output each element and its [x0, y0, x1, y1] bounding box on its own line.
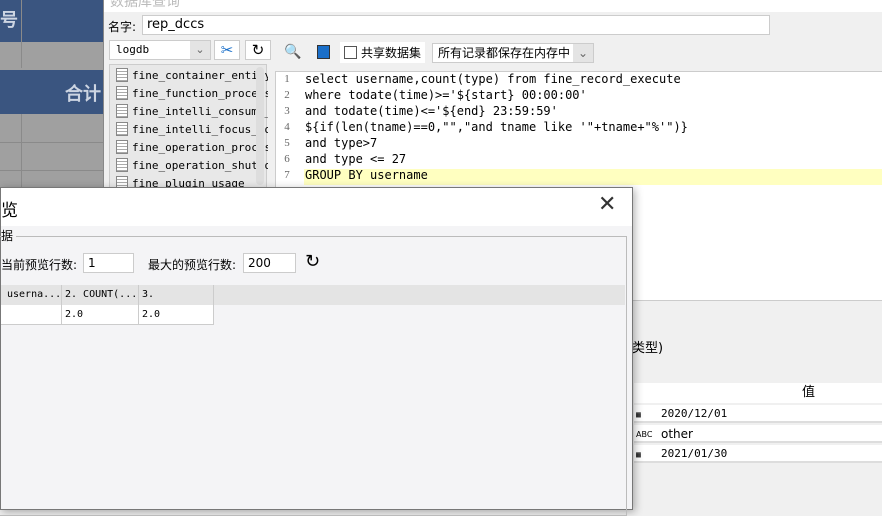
table-item[interactable]: fine_container_entity [116, 66, 268, 84]
save-icon[interactable] [317, 45, 330, 59]
share-dataset-checkbox[interactable]: 共享数据集 [340, 42, 426, 63]
chevron-down-icon: ⌄ [573, 44, 593, 62]
storage-mode-value: 所有记录都保存在内存中 [438, 46, 571, 60]
sql-line: and todate(time)<='${end} 23:59:59' [305, 104, 558, 118]
preview-sql-icon[interactable]: 🔍 [284, 44, 301, 60]
total-text: 合计 [65, 84, 101, 105]
table-icon [116, 140, 128, 154]
title-bar: 览 ✕ [1, 188, 632, 226]
group-label: 据 [1, 227, 17, 244]
storage-mode-select[interactable]: 所有记录都保存在内存中 ⌄ [432, 43, 594, 63]
table-icon [116, 158, 128, 172]
result-cell[interactable] [1, 305, 62, 325]
sql-line: GROUP BY username [305, 168, 428, 182]
param-row[interactable]: ABC other [634, 425, 882, 443]
sql-line: ${if(len(tname)==0,"","and tname like '"… [305, 120, 688, 134]
param-value-header: 值 [634, 383, 882, 403]
table-item[interactable]: fine_intelli_consume_point [116, 102, 268, 120]
table-icon [116, 122, 128, 136]
report-header-band: 号 [0, 0, 103, 42]
sql-line: and type <= 27 [305, 152, 407, 166]
refresh-button[interactable]: ↻ [245, 40, 271, 60]
checkbox-icon [344, 46, 357, 59]
sql-line: where todate(time)>='${start} 00:00:00' [305, 88, 587, 102]
result-row: 2.0 2.0 [1, 305, 214, 325]
header-text: 号 [0, 10, 18, 31]
result-cell[interactable]: 2.0 [139, 305, 214, 325]
param-type-label: 类型) [632, 341, 664, 356]
refresh-icon[interactable]: ↻ [305, 251, 320, 272]
param-row[interactable]: ▦ 2020/12/01 [634, 405, 882, 423]
connection-select[interactable]: logdb ⌄ [109, 40, 211, 60]
table-icon [116, 68, 128, 82]
sql-line: select username,count(type) from fine_re… [305, 72, 681, 86]
text-type-icon: ABC [636, 430, 653, 439]
current-rows-input[interactable]: 1 [83, 253, 134, 273]
table-icon [116, 86, 128, 100]
data-group-box [0, 236, 627, 516]
close-icon[interactable]: ✕ [598, 192, 616, 217]
param-row[interactable]: ▦ 2021/01/30 [634, 445, 882, 463]
refresh-icon: ↻ [251, 41, 265, 59]
table-list: fine_container_entity fine_function_proc… [109, 64, 268, 190]
max-rows-label: 最大的预览行数: [148, 258, 237, 272]
scrollbar[interactable] [256, 67, 264, 185]
table-item[interactable]: fine_intelli_focus_point [116, 120, 268, 138]
dialog-title: 数据库查询 [104, 0, 882, 12]
name-label: 名字: [108, 20, 137, 34]
report-total-band: 合计 [0, 70, 103, 114]
column-header[interactable]: 3. COUNT(... [139, 285, 214, 320]
result-cell[interactable]: 2.0 [62, 305, 139, 325]
connection-value: logdb [116, 43, 150, 56]
column-header[interactable]: userna... [1, 285, 62, 305]
table-item[interactable]: fine_operation_process [116, 138, 268, 156]
name-input[interactable]: rep_dccs [142, 15, 770, 35]
table-item[interactable]: fine_function_process [116, 84, 268, 102]
preview-dialog: 览 ✕ 据 当前预览行数: 1 最大的预览行数: 200 ↻ userna...… [0, 187, 633, 516]
dialog-title: 览 [1, 201, 18, 221]
chevron-down-icon: ⌄ [190, 41, 210, 59]
table-icon [116, 104, 128, 118]
edit-connection-button[interactable]: ✂ [214, 40, 240, 60]
result-header: userna... 2. COUNT(... 3. COUNT(... [1, 285, 625, 320]
calendar-icon: ▦ [636, 450, 641, 459]
max-rows-input[interactable]: 200 [243, 253, 296, 273]
tools-icon: ✂ [220, 41, 234, 59]
table-item[interactable]: fine_operation_shutdown [116, 156, 268, 174]
column-header[interactable]: 2. COUNT(... [62, 285, 139, 305]
sql-line: and type>7 [305, 136, 378, 150]
current-rows-label: 当前预览行数: [1, 258, 78, 272]
share-label: 共享数据集 [361, 46, 422, 60]
calendar-icon: ▦ [636, 410, 641, 419]
